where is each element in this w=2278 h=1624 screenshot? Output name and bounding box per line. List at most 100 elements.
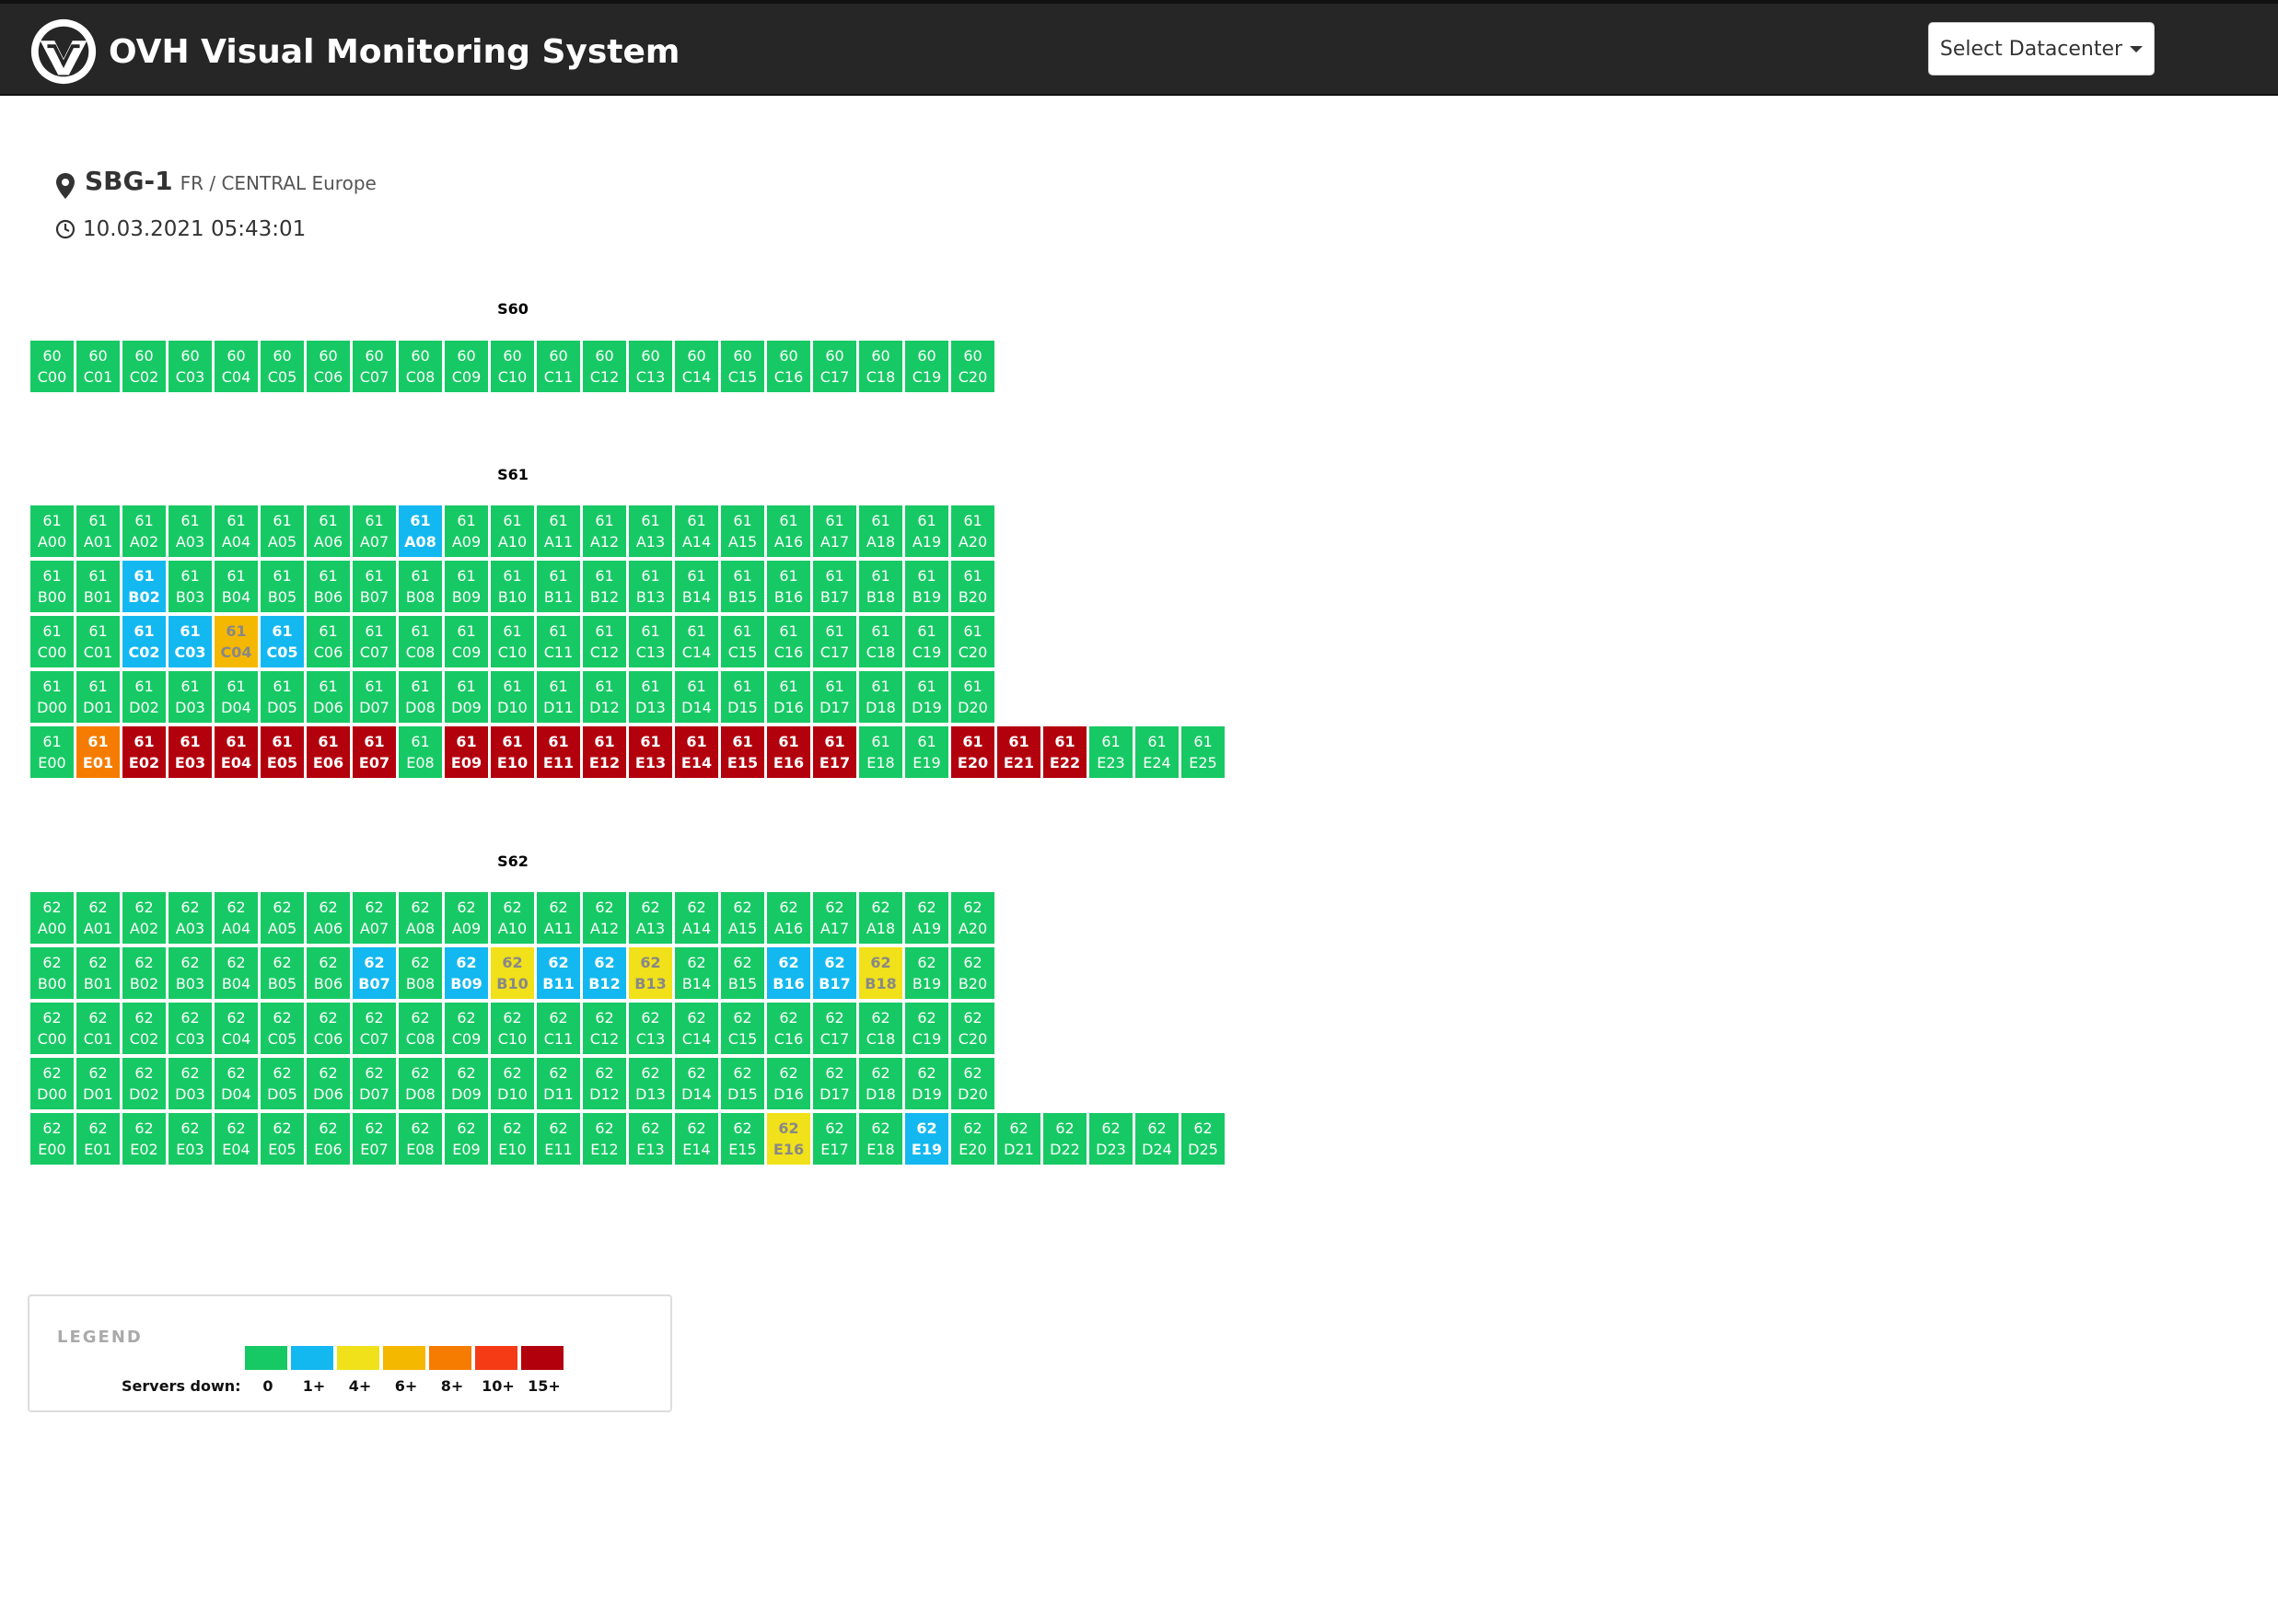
rack-cell[interactable]: 61 C12 <box>583 616 626 667</box>
rack-cell[interactable]: 61 A14 <box>675 505 718 557</box>
rack-cell[interactable]: 61 D00 <box>30 671 74 723</box>
rack-cell[interactable]: 61 E23 <box>1089 726 1133 778</box>
rack-cell[interactable]: 61 D14 <box>675 671 718 723</box>
rack-cell[interactable]: 61 E20 <box>951 726 994 778</box>
rack-cell[interactable]: 61 B08 <box>399 561 442 612</box>
rack-cell[interactable]: 62 E19 <box>905 1113 948 1165</box>
rack-cell[interactable]: 62 B17 <box>813 947 856 999</box>
rack-cell[interactable]: 62 C01 <box>76 1003 120 1054</box>
rack-cell[interactable]: 62 A01 <box>76 892 120 944</box>
rack-cell[interactable]: 62 D11 <box>537 1058 580 1109</box>
rack-cell[interactable]: 62 C12 <box>583 1003 626 1054</box>
rack-cell[interactable]: 61 A15 <box>721 505 764 557</box>
rack-cell[interactable]: 61 A01 <box>76 505 120 557</box>
rack-cell[interactable]: 61 D08 <box>399 671 442 723</box>
rack-cell[interactable]: 61 B15 <box>721 561 764 612</box>
rack-cell[interactable]: 62 C13 <box>629 1003 672 1054</box>
rack-cell[interactable]: 61 C06 <box>307 616 350 667</box>
rack-cell[interactable]: 62 D17 <box>813 1058 856 1109</box>
rack-cell[interactable]: 62 D13 <box>629 1058 672 1109</box>
rack-cell[interactable]: 61 E05 <box>261 726 304 778</box>
rack-cell[interactable]: 62 B08 <box>399 947 442 999</box>
rack-cell[interactable]: 62 D09 <box>445 1058 488 1109</box>
rack-cell[interactable]: 61 E25 <box>1181 726 1225 778</box>
rack-cell[interactable]: 61 D09 <box>445 671 488 723</box>
rack-cell[interactable]: 61 B20 <box>951 561 994 612</box>
rack-cell[interactable]: 61 E00 <box>30 726 74 778</box>
rack-cell[interactable]: 62 E09 <box>445 1113 488 1165</box>
rack-cell[interactable]: 61 B00 <box>30 561 74 612</box>
rack-cell[interactable]: 62 A20 <box>951 892 994 944</box>
rack-cell[interactable]: 61 E03 <box>169 726 212 778</box>
rack-cell[interactable]: 61 C00 <box>30 616 74 667</box>
rack-cell[interactable]: 61 D18 <box>859 671 902 723</box>
rack-cell[interactable]: 61 E14 <box>675 726 718 778</box>
rack-cell[interactable]: 61 E17 <box>813 726 856 778</box>
rack-cell[interactable]: 62 E06 <box>307 1113 350 1165</box>
rack-cell[interactable]: 61 E24 <box>1135 726 1179 778</box>
rack-cell[interactable]: 62 A15 <box>721 892 764 944</box>
rack-cell[interactable]: 62 A02 <box>122 892 166 944</box>
rack-cell[interactable]: 61 B10 <box>491 561 534 612</box>
rack-cell[interactable]: 61 C11 <box>537 616 580 667</box>
rack-cell[interactable]: 62 C08 <box>399 1003 442 1054</box>
rack-cell[interactable]: 61 A07 <box>353 505 396 557</box>
rack-cell[interactable]: 61 B04 <box>215 561 258 612</box>
rack-cell[interactable]: 62 E00 <box>30 1113 74 1165</box>
rack-cell[interactable]: 61 C03 <box>169 616 212 667</box>
rack-cell[interactable]: 62 D02 <box>122 1058 166 1109</box>
rack-cell[interactable]: 61 E18 <box>859 726 902 778</box>
rack-cell[interactable]: 62 C16 <box>767 1003 810 1054</box>
rack-cell[interactable]: 62 B04 <box>215 947 258 999</box>
rack-cell[interactable]: 62 A04 <box>215 892 258 944</box>
rack-cell[interactable]: 60 C12 <box>583 341 626 392</box>
rack-cell[interactable]: 62 E18 <box>859 1113 902 1165</box>
rack-cell[interactable]: 61 E04 <box>215 726 258 778</box>
rack-cell[interactable]: 61 C17 <box>813 616 856 667</box>
rack-cell[interactable]: 61 C02 <box>122 616 166 667</box>
rack-cell[interactable]: 61 D07 <box>353 671 396 723</box>
rack-cell[interactable]: 62 D10 <box>491 1058 534 1109</box>
rack-cell[interactable]: 62 B14 <box>675 947 718 999</box>
rack-cell[interactable]: 62 A17 <box>813 892 856 944</box>
rack-cell[interactable]: 62 B05 <box>261 947 304 999</box>
rack-cell[interactable]: 62 D22 <box>1043 1113 1087 1165</box>
rack-cell[interactable]: 61 B12 <box>583 561 626 612</box>
rack-cell[interactable]: 62 D14 <box>675 1058 718 1109</box>
rack-cell[interactable]: 62 E15 <box>721 1113 764 1165</box>
rack-cell[interactable]: 61 D10 <box>491 671 534 723</box>
rack-cell[interactable]: 61 D04 <box>215 671 258 723</box>
rack-cell[interactable]: 62 E16 <box>767 1113 810 1165</box>
rack-cell[interactable]: 60 C05 <box>261 341 304 392</box>
rack-cell[interactable]: 62 A14 <box>675 892 718 944</box>
rack-cell[interactable]: 62 D19 <box>905 1058 948 1109</box>
rack-cell[interactable]: 61 A06 <box>307 505 350 557</box>
rack-cell[interactable]: 61 E22 <box>1043 726 1087 778</box>
rack-cell[interactable]: 61 D17 <box>813 671 856 723</box>
rack-cell[interactable]: 60 C20 <box>951 341 994 392</box>
rack-cell[interactable]: 61 C18 <box>859 616 902 667</box>
rack-cell[interactable]: 62 D04 <box>215 1058 258 1109</box>
rack-cell[interactable]: 62 B19 <box>905 947 948 999</box>
rack-cell[interactable]: 61 B14 <box>675 561 718 612</box>
rack-cell[interactable]: 62 A09 <box>445 892 488 944</box>
rack-cell[interactable]: 62 D21 <box>997 1113 1040 1165</box>
rack-cell[interactable]: 62 E01 <box>76 1113 120 1165</box>
rack-cell[interactable]: 62 A11 <box>537 892 580 944</box>
rack-cell[interactable]: 62 A05 <box>261 892 304 944</box>
rack-cell[interactable]: 61 C14 <box>675 616 718 667</box>
rack-cell[interactable]: 62 C06 <box>307 1003 350 1054</box>
rack-cell[interactable]: 62 A16 <box>767 892 810 944</box>
rack-cell[interactable]: 62 A18 <box>859 892 902 944</box>
rack-cell[interactable]: 60 C06 <box>307 341 350 392</box>
rack-cell[interactable]: 62 B09 <box>445 947 488 999</box>
rack-cell[interactable]: 62 A13 <box>629 892 672 944</box>
rack-cell[interactable]: 60 C09 <box>445 341 488 392</box>
rack-cell[interactable]: 60 C18 <box>859 341 902 392</box>
rack-cell[interactable]: 62 E02 <box>122 1113 166 1165</box>
rack-cell[interactable]: 60 C16 <box>767 341 810 392</box>
rack-cell[interactable]: 60 C08 <box>399 341 442 392</box>
rack-cell[interactable]: 62 B01 <box>76 947 120 999</box>
rack-cell[interactable]: 61 C19 <box>905 616 948 667</box>
rack-cell[interactable]: 61 A13 <box>629 505 672 557</box>
